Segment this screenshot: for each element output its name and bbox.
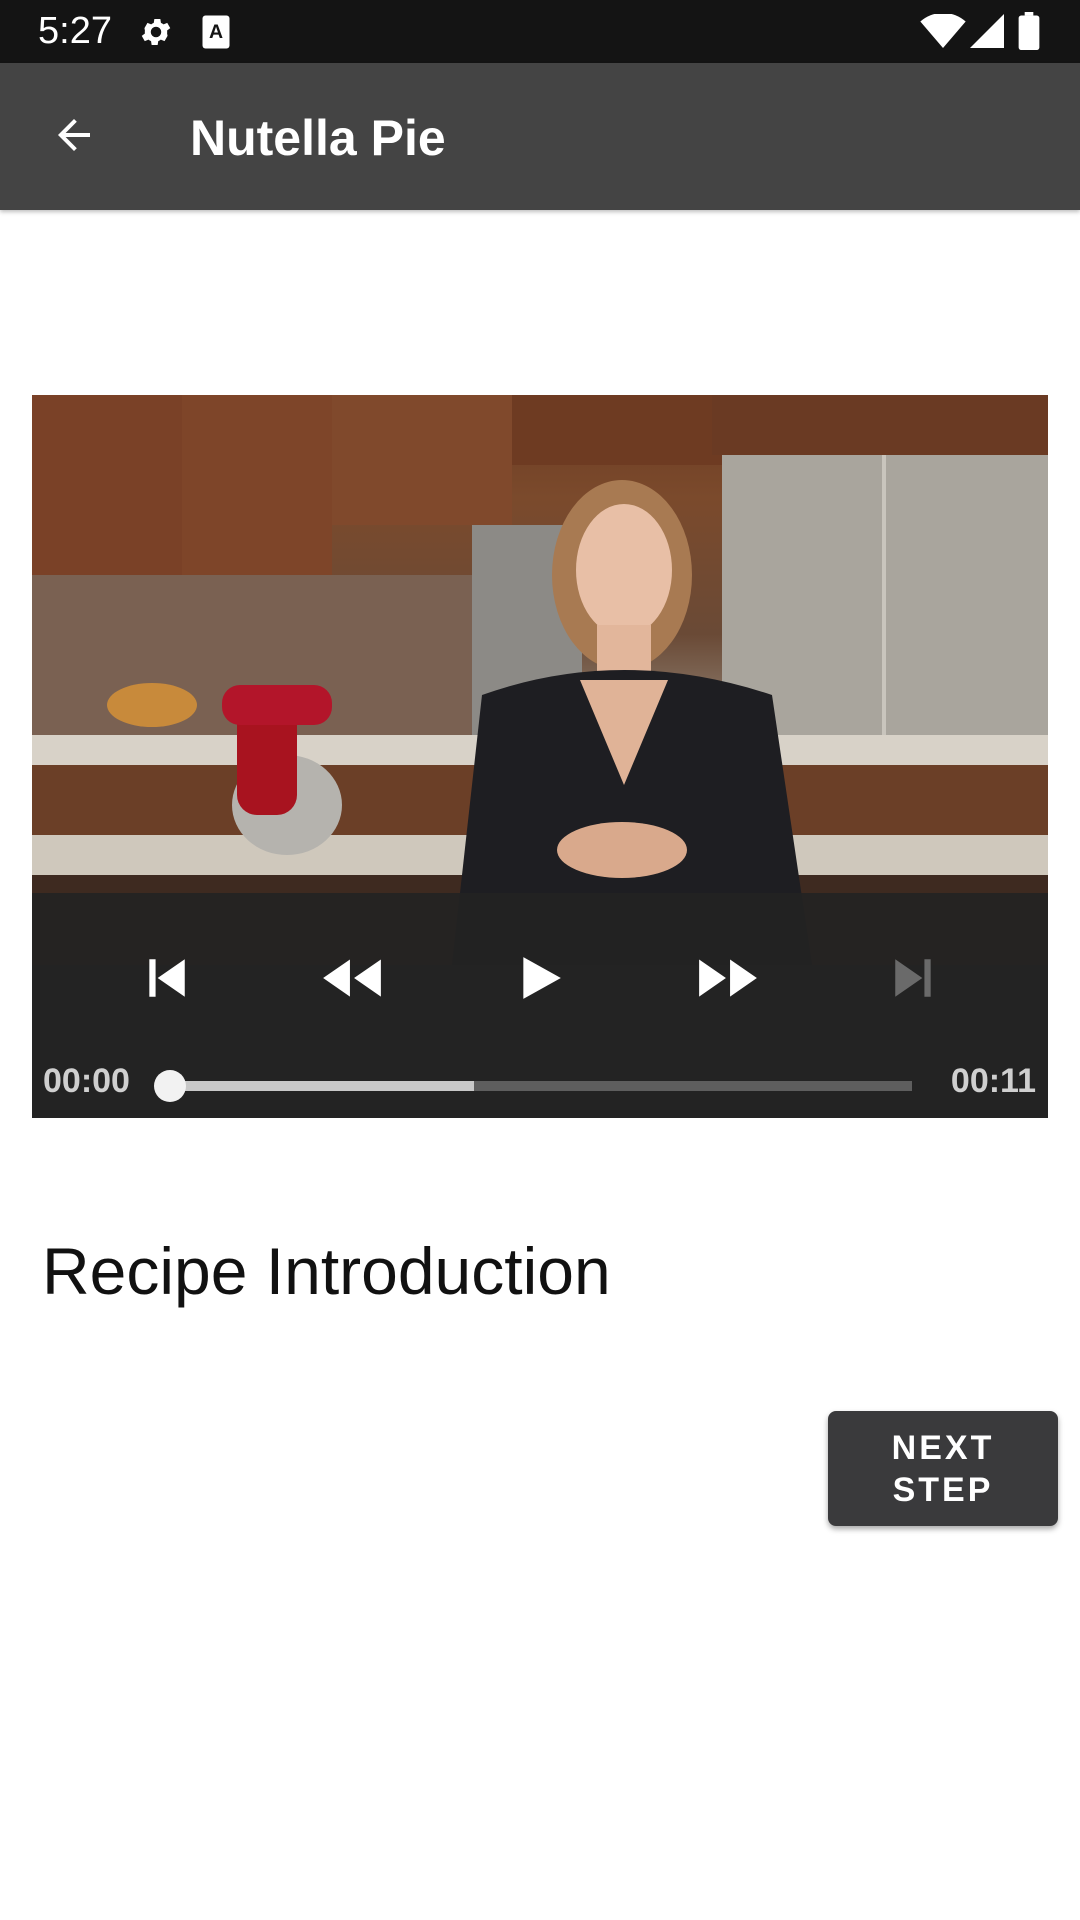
video-thumbnail-image	[32, 395, 1048, 965]
skip-previous-button[interactable]	[126, 940, 206, 1020]
step-title: Recipe Introduction	[42, 1234, 611, 1308]
skip-next-icon	[889, 953, 939, 1008]
rewind-icon	[319, 953, 385, 1008]
svg-text:A: A	[209, 21, 223, 43]
status-time: 5:27	[38, 10, 112, 52]
text-a-icon: A	[200, 14, 232, 55]
next-step-label: NEXT STEP	[891, 1428, 995, 1509]
play-icon	[515, 952, 565, 1009]
play-button[interactable]	[500, 940, 580, 1020]
duration-time: 00:11	[950, 1062, 1036, 1100]
app-bar: Nutella Pie	[0, 63, 1080, 210]
seek-bar[interactable]	[154, 1070, 912, 1102]
video-player[interactable]: 00:00 00:11	[32, 395, 1048, 1118]
seek-thumb[interactable]	[154, 1070, 186, 1102]
arrow-left-icon	[50, 111, 98, 164]
wifi-icon	[920, 12, 966, 53]
fast-forward-icon	[695, 953, 761, 1008]
page-title: Nutella Pie	[190, 110, 446, 166]
battery-icon	[1018, 12, 1040, 55]
skip-next-button[interactable]	[874, 940, 954, 1020]
skip-previous-icon	[141, 953, 191, 1008]
rewind-button[interactable]	[312, 940, 392, 1020]
signal-icon	[970, 14, 1004, 53]
current-time: 00:00	[43, 1062, 130, 1100]
fast-forward-button[interactable]	[688, 940, 768, 1020]
back-button[interactable]	[38, 101, 110, 173]
next-step-button[interactable]: NEXT STEP	[828, 1411, 1058, 1526]
video-frame[interactable]	[32, 395, 1048, 965]
seek-buffered	[170, 1081, 475, 1091]
gear-icon	[138, 14, 174, 55]
status-bar: 5:27 A	[0, 0, 1080, 63]
